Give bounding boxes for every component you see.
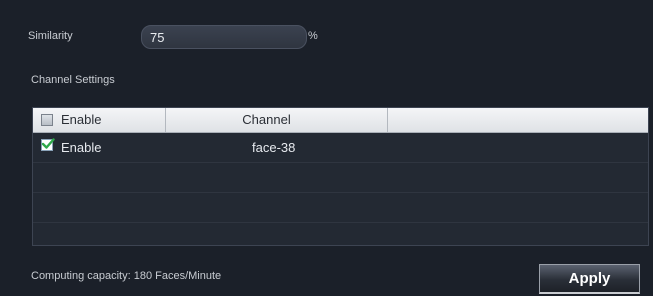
- empty-column-header: [388, 108, 648, 132]
- enable-column-label: Enable: [61, 112, 102, 127]
- enable-cell: Enable: [61, 140, 102, 155]
- face-settings-panel: Similarity % Channel Settings Enable Cha…: [0, 0, 653, 296]
- similarity-label: Similarity: [28, 30, 73, 42]
- percent-unit-label: %: [308, 30, 318, 42]
- similarity-input[interactable]: [141, 25, 307, 49]
- enable-column-header: Enable: [33, 108, 166, 132]
- table-row-empty: [33, 163, 648, 193]
- channel-table-header: Enable Channel: [33, 108, 648, 133]
- checkmark-icon: [41, 138, 55, 149]
- table-row-empty: [33, 223, 648, 245]
- channel-column-label: Channel: [242, 112, 291, 127]
- channel-table: Enable Channel Enable face-38: [32, 107, 649, 246]
- channel-cell: face-38: [252, 140, 296, 155]
- channel-settings-title: Channel Settings: [31, 74, 115, 86]
- table-row[interactable]: Enable face-38: [33, 133, 648, 163]
- computing-capacity-text: Computing capacity: 180 Faces/Minute: [31, 270, 222, 282]
- apply-button[interactable]: Apply: [539, 264, 640, 294]
- channel-column-header: Channel: [166, 108, 388, 132]
- select-all-checkbox[interactable]: [41, 114, 53, 126]
- table-row-empty: [33, 193, 648, 223]
- enable-checkbox[interactable]: [41, 138, 55, 151]
